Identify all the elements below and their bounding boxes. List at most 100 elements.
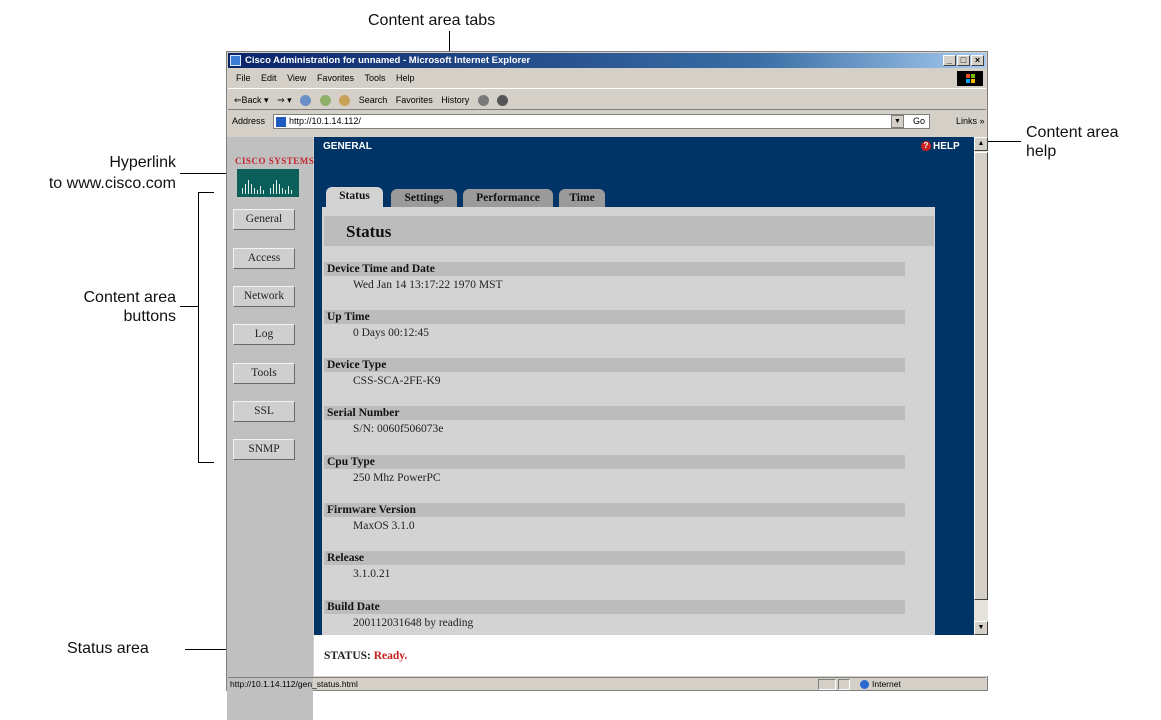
home-icon[interactable] bbox=[339, 95, 351, 107]
tab-time[interactable]: Time bbox=[559, 189, 605, 208]
print-icon[interactable] bbox=[497, 95, 509, 107]
status-cell bbox=[818, 679, 836, 690]
cisco-logo-icon bbox=[237, 169, 299, 197]
menu-file[interactable]: File bbox=[236, 73, 251, 83]
menu-view[interactable]: View bbox=[287, 73, 306, 83]
help-link[interactable]: ? HELP bbox=[921, 141, 960, 152]
mail-icon[interactable] bbox=[477, 95, 489, 107]
callout-hyperlink-line1: Hyperlink bbox=[109, 154, 176, 171]
scroll-up-icon[interactable]: ▲ bbox=[974, 137, 988, 151]
refresh-icon[interactable] bbox=[319, 95, 331, 107]
ie-icon bbox=[230, 55, 241, 66]
field-value: 0 Days 00:12:45 bbox=[353, 327, 430, 339]
menu-bar: File Edit View Favorites Tools Help bbox=[228, 70, 986, 86]
menu-help[interactable]: Help bbox=[396, 73, 415, 83]
field-label: Device Type bbox=[324, 358, 905, 372]
stop-icon[interactable] bbox=[300, 95, 312, 107]
close-button[interactable]: × bbox=[971, 55, 984, 66]
content-panel: Status Device Time and Date Wed Jan 14 1… bbox=[322, 207, 935, 635]
callout-line-buttons bbox=[180, 306, 198, 307]
tab-performance[interactable]: Performance bbox=[463, 189, 553, 208]
field-value: 250 Mhz PowerPC bbox=[353, 472, 441, 484]
field-value: CSS-SCA-2FE-K9 bbox=[353, 375, 441, 387]
field-value: 200112031648 by reading bbox=[353, 617, 474, 629]
scroll-down-icon[interactable]: ▼ bbox=[974, 621, 988, 635]
field-value: S/N: 0060f506073e bbox=[353, 423, 444, 435]
address-label: Address bbox=[232, 116, 266, 126]
maximize-button[interactable]: □ bbox=[957, 55, 970, 66]
cisco-logo-text: CISCO SYSTEMS bbox=[235, 156, 315, 166]
status-area: STATUS: Ready. bbox=[314, 635, 988, 676]
search-button[interactable]: Search bbox=[359, 95, 388, 105]
toolbar: ⇐Back ▾ ⇒ ▾ Search Favorites History bbox=[228, 88, 986, 110]
go-button[interactable]: Go bbox=[913, 116, 925, 126]
address-url: http://10.1.14.112/ bbox=[289, 116, 361, 126]
field-label: Build Date bbox=[324, 600, 905, 614]
callout-bracket-vertical bbox=[198, 192, 199, 463]
back-button[interactable]: ⇐Back ▾ bbox=[234, 95, 269, 105]
field-device-type: Device Type CSS-SCA-2FE-K9 bbox=[322, 358, 905, 398]
callout-hyperlink-2: to www.cisco.com bbox=[10, 174, 176, 193]
scroll-thumb[interactable] bbox=[974, 152, 988, 600]
content-header bbox=[324, 216, 934, 246]
field-label: Device Time and Date bbox=[324, 262, 905, 276]
field-value: MaxOS 3.1.0 bbox=[353, 520, 415, 532]
address-input[interactable]: http://10.1.14.112/ bbox=[273, 114, 930, 129]
nav-general-button[interactable]: General bbox=[233, 209, 295, 230]
callout-content-area-help: Content area help bbox=[1026, 123, 1119, 161]
page-icon bbox=[276, 116, 286, 127]
tab-status[interactable]: Status bbox=[326, 187, 383, 208]
field-build-date: Build Date 200112031648 by reading bbox=[322, 600, 905, 635]
links-button[interactable]: Links » bbox=[956, 116, 985, 126]
forward-button[interactable]: ⇒ ▾ bbox=[277, 95, 292, 105]
nav-snmp-button[interactable]: SNMP bbox=[233, 439, 295, 460]
content-title: Status bbox=[346, 222, 392, 241]
nav-network-button[interactable]: Network bbox=[233, 286, 295, 307]
callout-line-hyperlink bbox=[180, 173, 230, 174]
field-up-time: Up Time 0 Days 00:12:45 bbox=[322, 310, 905, 350]
title-bar: Cisco Administration for unnamed - Micro… bbox=[228, 53, 986, 68]
help-label: HELP bbox=[933, 141, 960, 152]
nav-ssl-button[interactable]: SSL bbox=[233, 401, 295, 422]
callout-help-line1: Content area bbox=[1026, 124, 1119, 141]
callout-buttons-line2: buttons bbox=[123, 308, 176, 325]
callout-bracket-top bbox=[198, 192, 214, 193]
menu-favorites[interactable]: Favorites bbox=[317, 73, 354, 83]
globe-icon bbox=[860, 680, 869, 690]
nav-access-button[interactable]: Access bbox=[233, 248, 295, 269]
callout-content-area-buttons: Content area buttons bbox=[40, 288, 176, 326]
favorites-button[interactable]: Favorites bbox=[396, 95, 433, 105]
browser-window: Cisco Administration for unnamed - Micro… bbox=[226, 51, 988, 720]
status-url: http://10.1.14.112/gen_status.html bbox=[230, 679, 358, 689]
callout-buttons-line1: Content area bbox=[83, 289, 176, 306]
field-label: Cpu Type bbox=[324, 455, 905, 469]
minimize-button[interactable]: _ bbox=[943, 55, 956, 66]
field-device-time: Device Time and Date Wed Jan 14 13:17:22… bbox=[322, 262, 905, 302]
field-label: Up Time bbox=[324, 310, 905, 324]
address-bar: Address http://10.1.14.112/ ▼ Go Links » bbox=[228, 112, 986, 132]
history-button[interactable]: History bbox=[441, 95, 469, 105]
menu-tools[interactable]: Tools bbox=[364, 73, 385, 83]
field-label: Release bbox=[324, 551, 905, 565]
callout-hyperlink-line2: to www.cisco.com bbox=[48, 175, 176, 192]
field-value: Wed Jan 14 13:17:22 1970 MST bbox=[353, 279, 503, 291]
browser-status-bar: http://10.1.14.112/gen_status.html Inter… bbox=[228, 677, 986, 691]
field-serial-number: Serial Number S/N: 0060f506073e bbox=[322, 406, 905, 446]
address-dropdown-icon[interactable]: ▼ bbox=[891, 115, 904, 128]
vertical-scrollbar[interactable]: ▲ ▼ bbox=[974, 137, 988, 635]
callout-status-area: Status area bbox=[67, 640, 149, 657]
menu-edit[interactable]: Edit bbox=[261, 73, 277, 83]
field-cpu-type: Cpu Type 250 Mhz PowerPC bbox=[322, 455, 905, 495]
callout-help-line2: help bbox=[1026, 143, 1057, 160]
status-value: Ready. bbox=[373, 650, 408, 662]
zone-label: Internet bbox=[872, 679, 901, 689]
tab-settings[interactable]: Settings bbox=[391, 189, 457, 208]
callout-hyperlink: Hyperlink bbox=[88, 153, 176, 172]
nav-log-button[interactable]: Log bbox=[233, 324, 295, 345]
nav-tools-button[interactable]: Tools bbox=[233, 363, 295, 384]
field-release: Release 3.1.0.21 bbox=[322, 551, 905, 591]
left-nav: CISCO SYSTEMS General Access Network Log… bbox=[227, 137, 314, 720]
field-label: Firmware Version bbox=[324, 503, 905, 517]
status-cell bbox=[838, 679, 850, 690]
cisco-logo-link[interactable]: CISCO SYSTEMS bbox=[233, 156, 314, 201]
